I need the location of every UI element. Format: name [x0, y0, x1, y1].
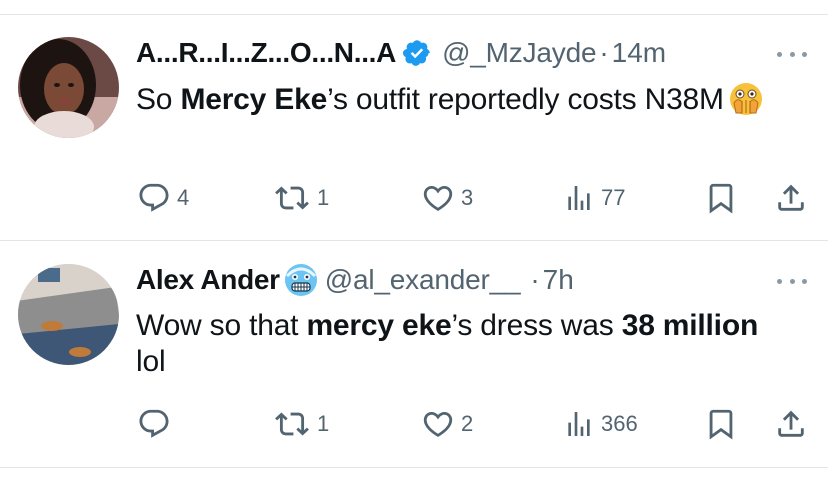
timestamp[interactable]: 14m — [612, 37, 666, 69]
face-with-open-eyes-and-hand-over-mouth-icon — [728, 81, 764, 126]
avatar[interactable] — [18, 37, 119, 138]
timestamp[interactable]: 7h — [543, 264, 574, 296]
repost-button[interactable]: 1 — [273, 178, 329, 218]
share-icon — [778, 184, 804, 211]
text-segment: So — [136, 83, 181, 116]
text-segment: lol — [136, 345, 166, 378]
views-chart-icon — [568, 412, 590, 436]
reply-button[interactable] — [137, 404, 177, 444]
view-count: 366 — [601, 411, 638, 436]
tweet-header: A...R...I...Z...O...N...A @_MzJayde · 14… — [136, 33, 666, 73]
dot-separator: · — [530, 264, 540, 295]
text-segment: ’s dress was — [451, 309, 622, 342]
bookmark-button[interactable] — [704, 404, 738, 444]
text-segment-bold: mercy eke — [306, 309, 452, 342]
text-segment: ’s outfit reportedly costs N38M — [327, 83, 724, 116]
reply-count: 4 — [177, 185, 190, 210]
text-segment: Wow so that — [136, 309, 307, 342]
display-name[interactable]: A...R...I...Z...O...N...A — [136, 37, 396, 69]
like-count: 2 — [461, 411, 474, 436]
reply-icon — [139, 183, 169, 212]
views-button[interactable]: 77 — [563, 178, 625, 218]
display-name[interactable]: Alex Ander — [136, 264, 280, 296]
views-chart-icon — [568, 186, 590, 210]
reply-icon — [139, 409, 169, 438]
verified-badge-icon[interactable] — [402, 38, 432, 68]
avatar-photo — [18, 264, 119, 365]
reply-button[interactable]: 4 — [137, 178, 189, 218]
tweet-divider — [0, 240, 828, 241]
share-icon — [778, 410, 804, 437]
like-button[interactable]: 2 — [421, 404, 473, 444]
share-button[interactable] — [774, 178, 808, 218]
bottom-divider — [0, 467, 828, 468]
repost-button[interactable]: 1 — [273, 404, 329, 444]
view-count: 77 — [601, 185, 626, 210]
heart-icon — [423, 411, 453, 437]
views-button[interactable]: 366 — [563, 404, 638, 444]
more-options-icon[interactable] — [777, 276, 807, 286]
tweet-actions: 4 1 3 77 — [0, 178, 828, 218]
text-segment-bold: 38 million — [621, 309, 759, 342]
tweet-actions: 1 2 366 — [0, 404, 828, 444]
tweet-header: Alex Ander @al_exander__ · 7h — [136, 260, 574, 300]
text-segment-bold: Mercy Eke — [180, 83, 328, 116]
bookmark-button[interactable] — [704, 178, 738, 218]
repost-icon — [275, 186, 309, 210]
user-handle[interactable]: @al_exander__ — [325, 264, 521, 296]
repost-count: 1 — [317, 411, 330, 436]
tweet-text: Wow so that mercy eke’s dress was 38 mil… — [136, 308, 776, 380]
like-button[interactable]: 3 — [421, 178, 473, 218]
like-count: 3 — [461, 185, 474, 210]
user-handle[interactable]: @_MzJayde — [442, 37, 596, 69]
dot-separator: · — [599, 37, 609, 68]
avatar[interactable] — [18, 264, 119, 365]
avatar-photo — [18, 37, 119, 138]
top-divider — [0, 14, 828, 15]
repost-icon — [275, 412, 309, 436]
repost-count: 1 — [317, 185, 330, 210]
tweet-text: So Mercy Eke’s outfit reportedly costs N… — [136, 81, 776, 126]
cold-face-emoji-icon — [283, 262, 319, 298]
share-button[interactable] — [774, 404, 808, 444]
bookmark-icon — [709, 183, 733, 214]
bookmark-icon — [709, 409, 733, 440]
heart-icon — [423, 185, 453, 211]
more-options-icon[interactable] — [777, 49, 807, 59]
